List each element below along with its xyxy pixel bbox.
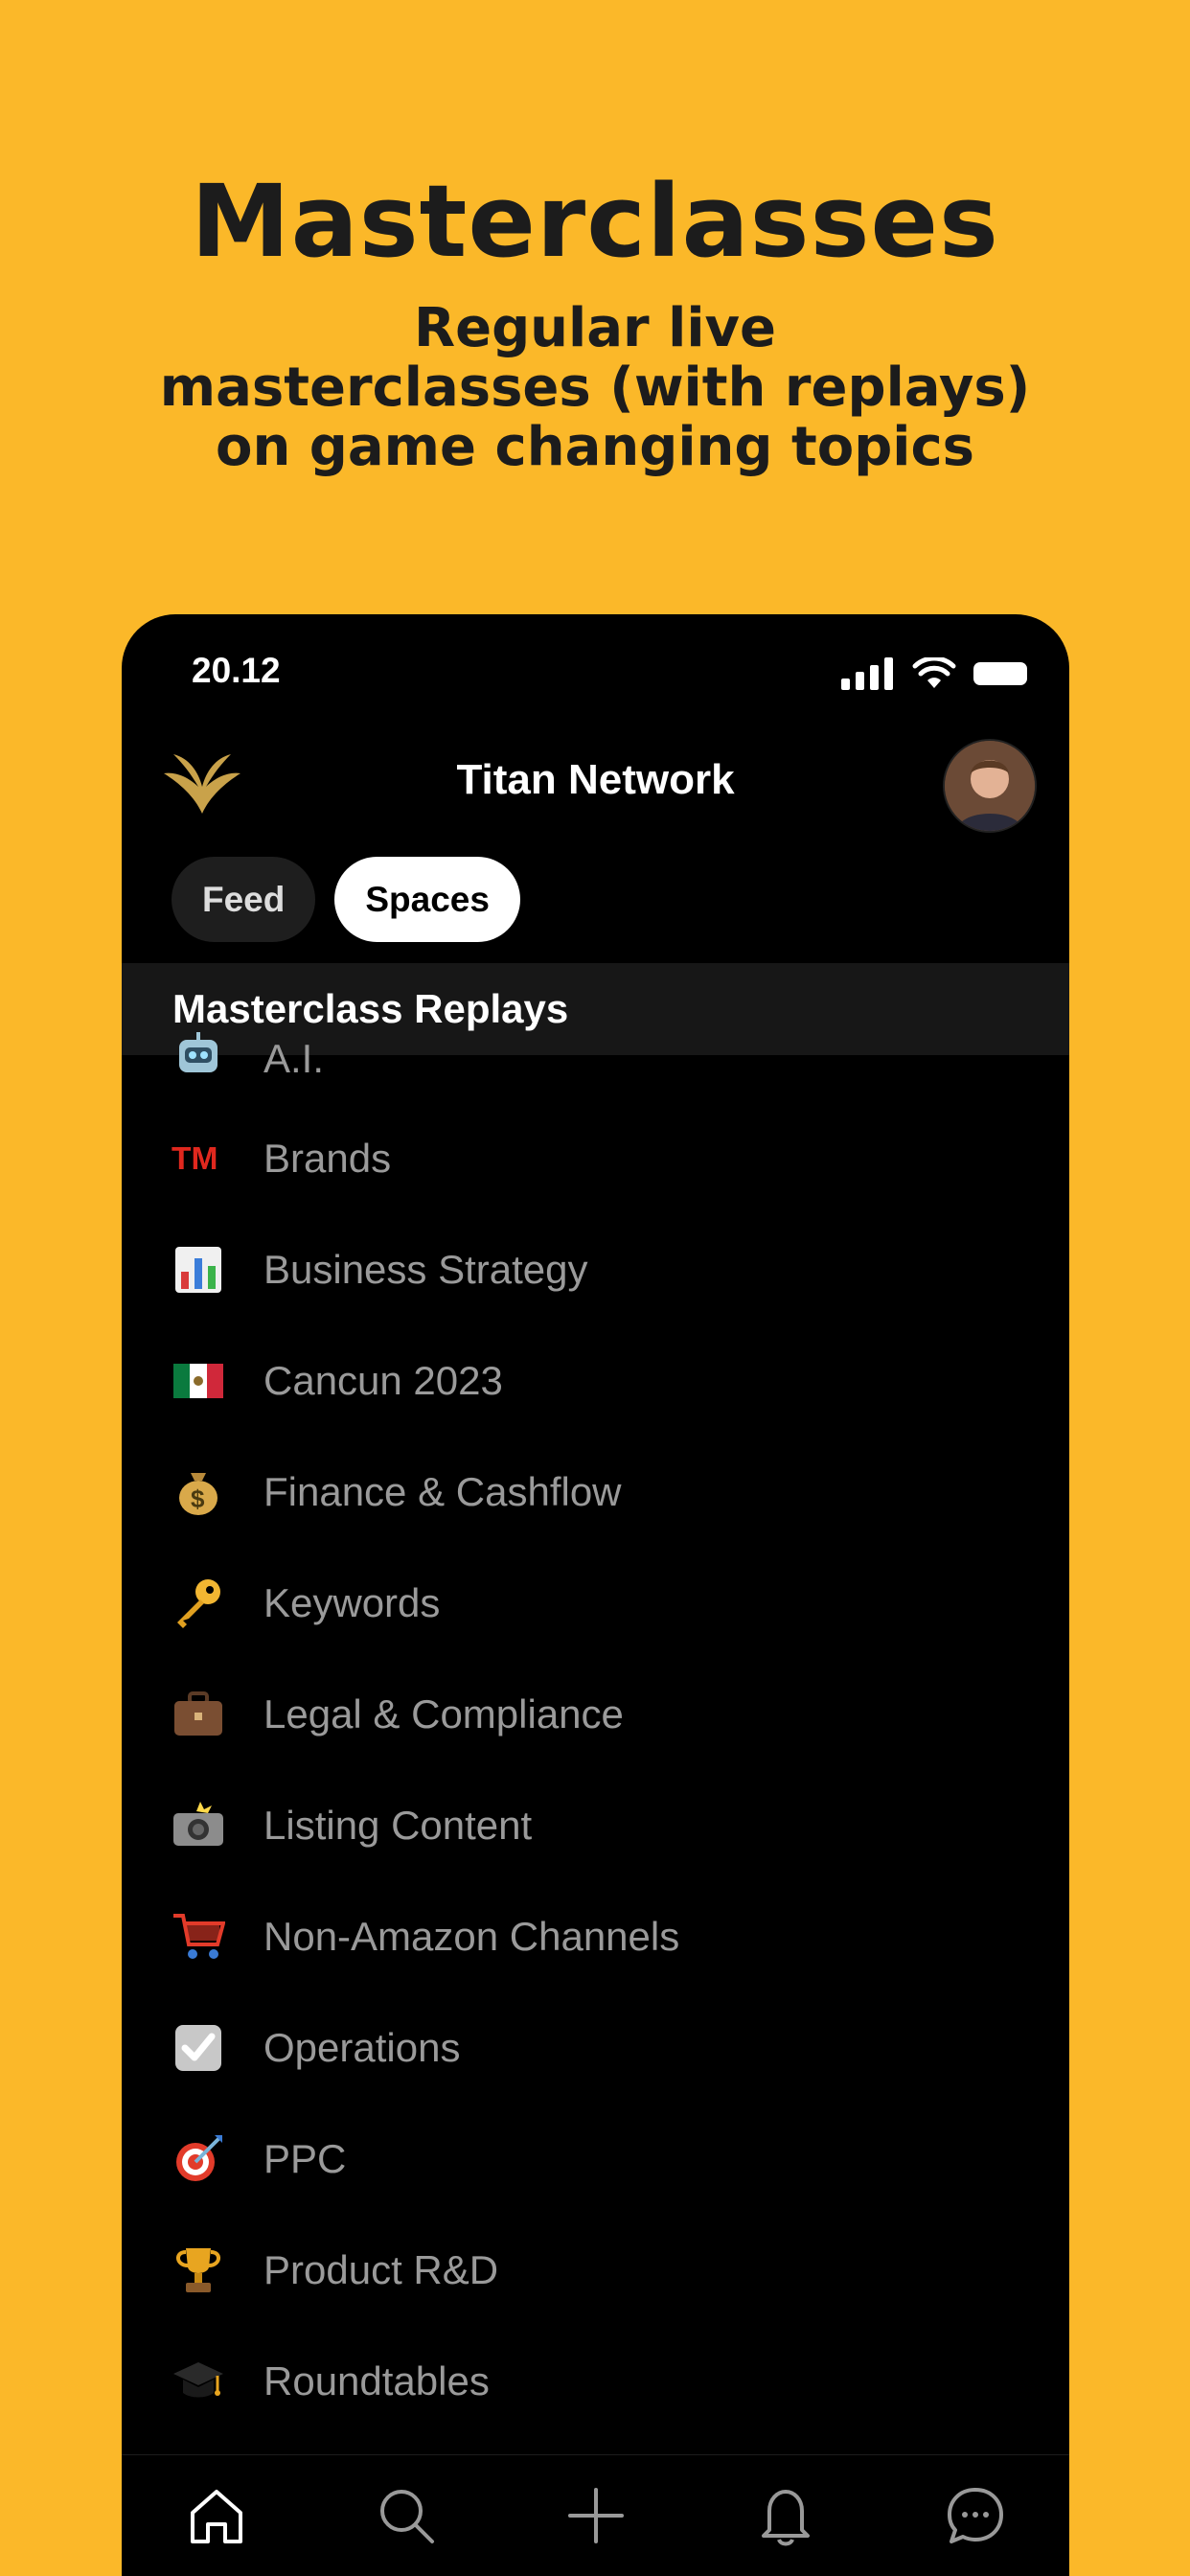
target-icon (172, 2132, 225, 2186)
list-label: Cancun 2023 (263, 1358, 503, 1403)
briefcase-icon (172, 1688, 225, 1741)
chat-bubble-icon[interactable] (942, 2482, 1009, 2549)
bottom-tab-bar (122, 2454, 1069, 2576)
graduation-cap-icon (172, 2355, 225, 2408)
robot-icon (172, 1026, 225, 1080)
svg-text:TM: TM (172, 1141, 217, 1177)
signal-icon (841, 657, 893, 690)
list-label: PPC (263, 2136, 347, 2181)
list-item[interactable]: Cancun 2023 (122, 1325, 1069, 1437)
plus-icon[interactable] (562, 2482, 629, 2549)
bell-icon[interactable] (752, 2482, 819, 2549)
mexico-flag-icon (172, 1354, 225, 1408)
list-item[interactable]: PPC (122, 2104, 1069, 2215)
battery-icon (973, 662, 1027, 685)
svg-text:$: $ (191, 1484, 205, 1513)
tab-bar-top: Feed Spaces (172, 857, 520, 942)
list-label: Finance & Cashflow (263, 1469, 622, 1514)
list-label: Roundtables (263, 2358, 490, 2404)
bar-chart-icon (172, 1243, 225, 1297)
search-icon[interactable] (373, 2482, 440, 2549)
list-item[interactable]: $ Finance & Cashflow (122, 1437, 1069, 1548)
list-label: Business Strategy (263, 1247, 588, 1292)
list-label: Listing Content (263, 1803, 533, 1848)
status-icons (841, 657, 1031, 690)
promo-subline-line: Regular live (413, 297, 777, 359)
promo-subline-line: on game changing topics (215, 416, 975, 478)
list-label: Brands (263, 1136, 392, 1181)
promo-headline: Masterclasses (191, 163, 999, 280)
section-title: Masterclass Replays (172, 986, 569, 1031)
list-item[interactable]: Roundtables (122, 2326, 1069, 2437)
home-icon[interactable] (183, 2482, 250, 2549)
list-label: Keywords (263, 1580, 441, 1625)
list-label: Non-Amazon Channels (263, 1914, 680, 1959)
list-item[interactable]: Product R&D (122, 2215, 1069, 2326)
camera-flash-icon (172, 1799, 225, 1852)
list-item[interactable]: Listing Content (122, 1770, 1069, 1881)
tab-spaces[interactable]: Spaces (334, 857, 520, 942)
list-label: Legal & Compliance (263, 1691, 624, 1736)
phone-screen: 20.12 Titan Network Feed Spaces Mastercl… (122, 614, 1069, 2576)
list-item[interactable]: Non-Amazon Channels (122, 1881, 1069, 1992)
list-item[interactable]: TM Brands (122, 1103, 1069, 1214)
wifi-icon (912, 657, 956, 688)
status-time: 20.12 (192, 651, 281, 690)
shopping-cart-icon (172, 1910, 225, 1964)
list-label: A.I. (263, 1036, 325, 1081)
list-item[interactable]: Legal & Compliance (122, 1659, 1069, 1770)
app-title: Titan Network (456, 756, 735, 803)
promo-subline-line: masterclasses (with replays) (159, 356, 1031, 419)
trademark-icon: TM (172, 1132, 225, 1185)
key-icon (172, 1576, 225, 1630)
list-item[interactable]: Business Strategy (122, 1214, 1069, 1325)
list-item[interactable]: A.I. (122, 1026, 1069, 1103)
check-box-icon (172, 2021, 225, 2075)
promo-subline: Regular live masterclasses (with replays… (116, 299, 1074, 477)
money-bag-icon: $ (172, 1465, 225, 1519)
list-label: Operations (263, 2025, 461, 2070)
tab-feed[interactable]: Feed (172, 857, 316, 942)
list-label: Product R&D (263, 2247, 499, 2292)
list-item[interactable]: Keywords (122, 1548, 1069, 1659)
trophy-icon (172, 2243, 225, 2297)
list-item[interactable]: Operations (122, 1992, 1069, 2104)
avatar[interactable] (943, 739, 1037, 833)
spaces-list: A.I. TM Brands Business Strategy Cancun … (122, 1026, 1069, 2437)
